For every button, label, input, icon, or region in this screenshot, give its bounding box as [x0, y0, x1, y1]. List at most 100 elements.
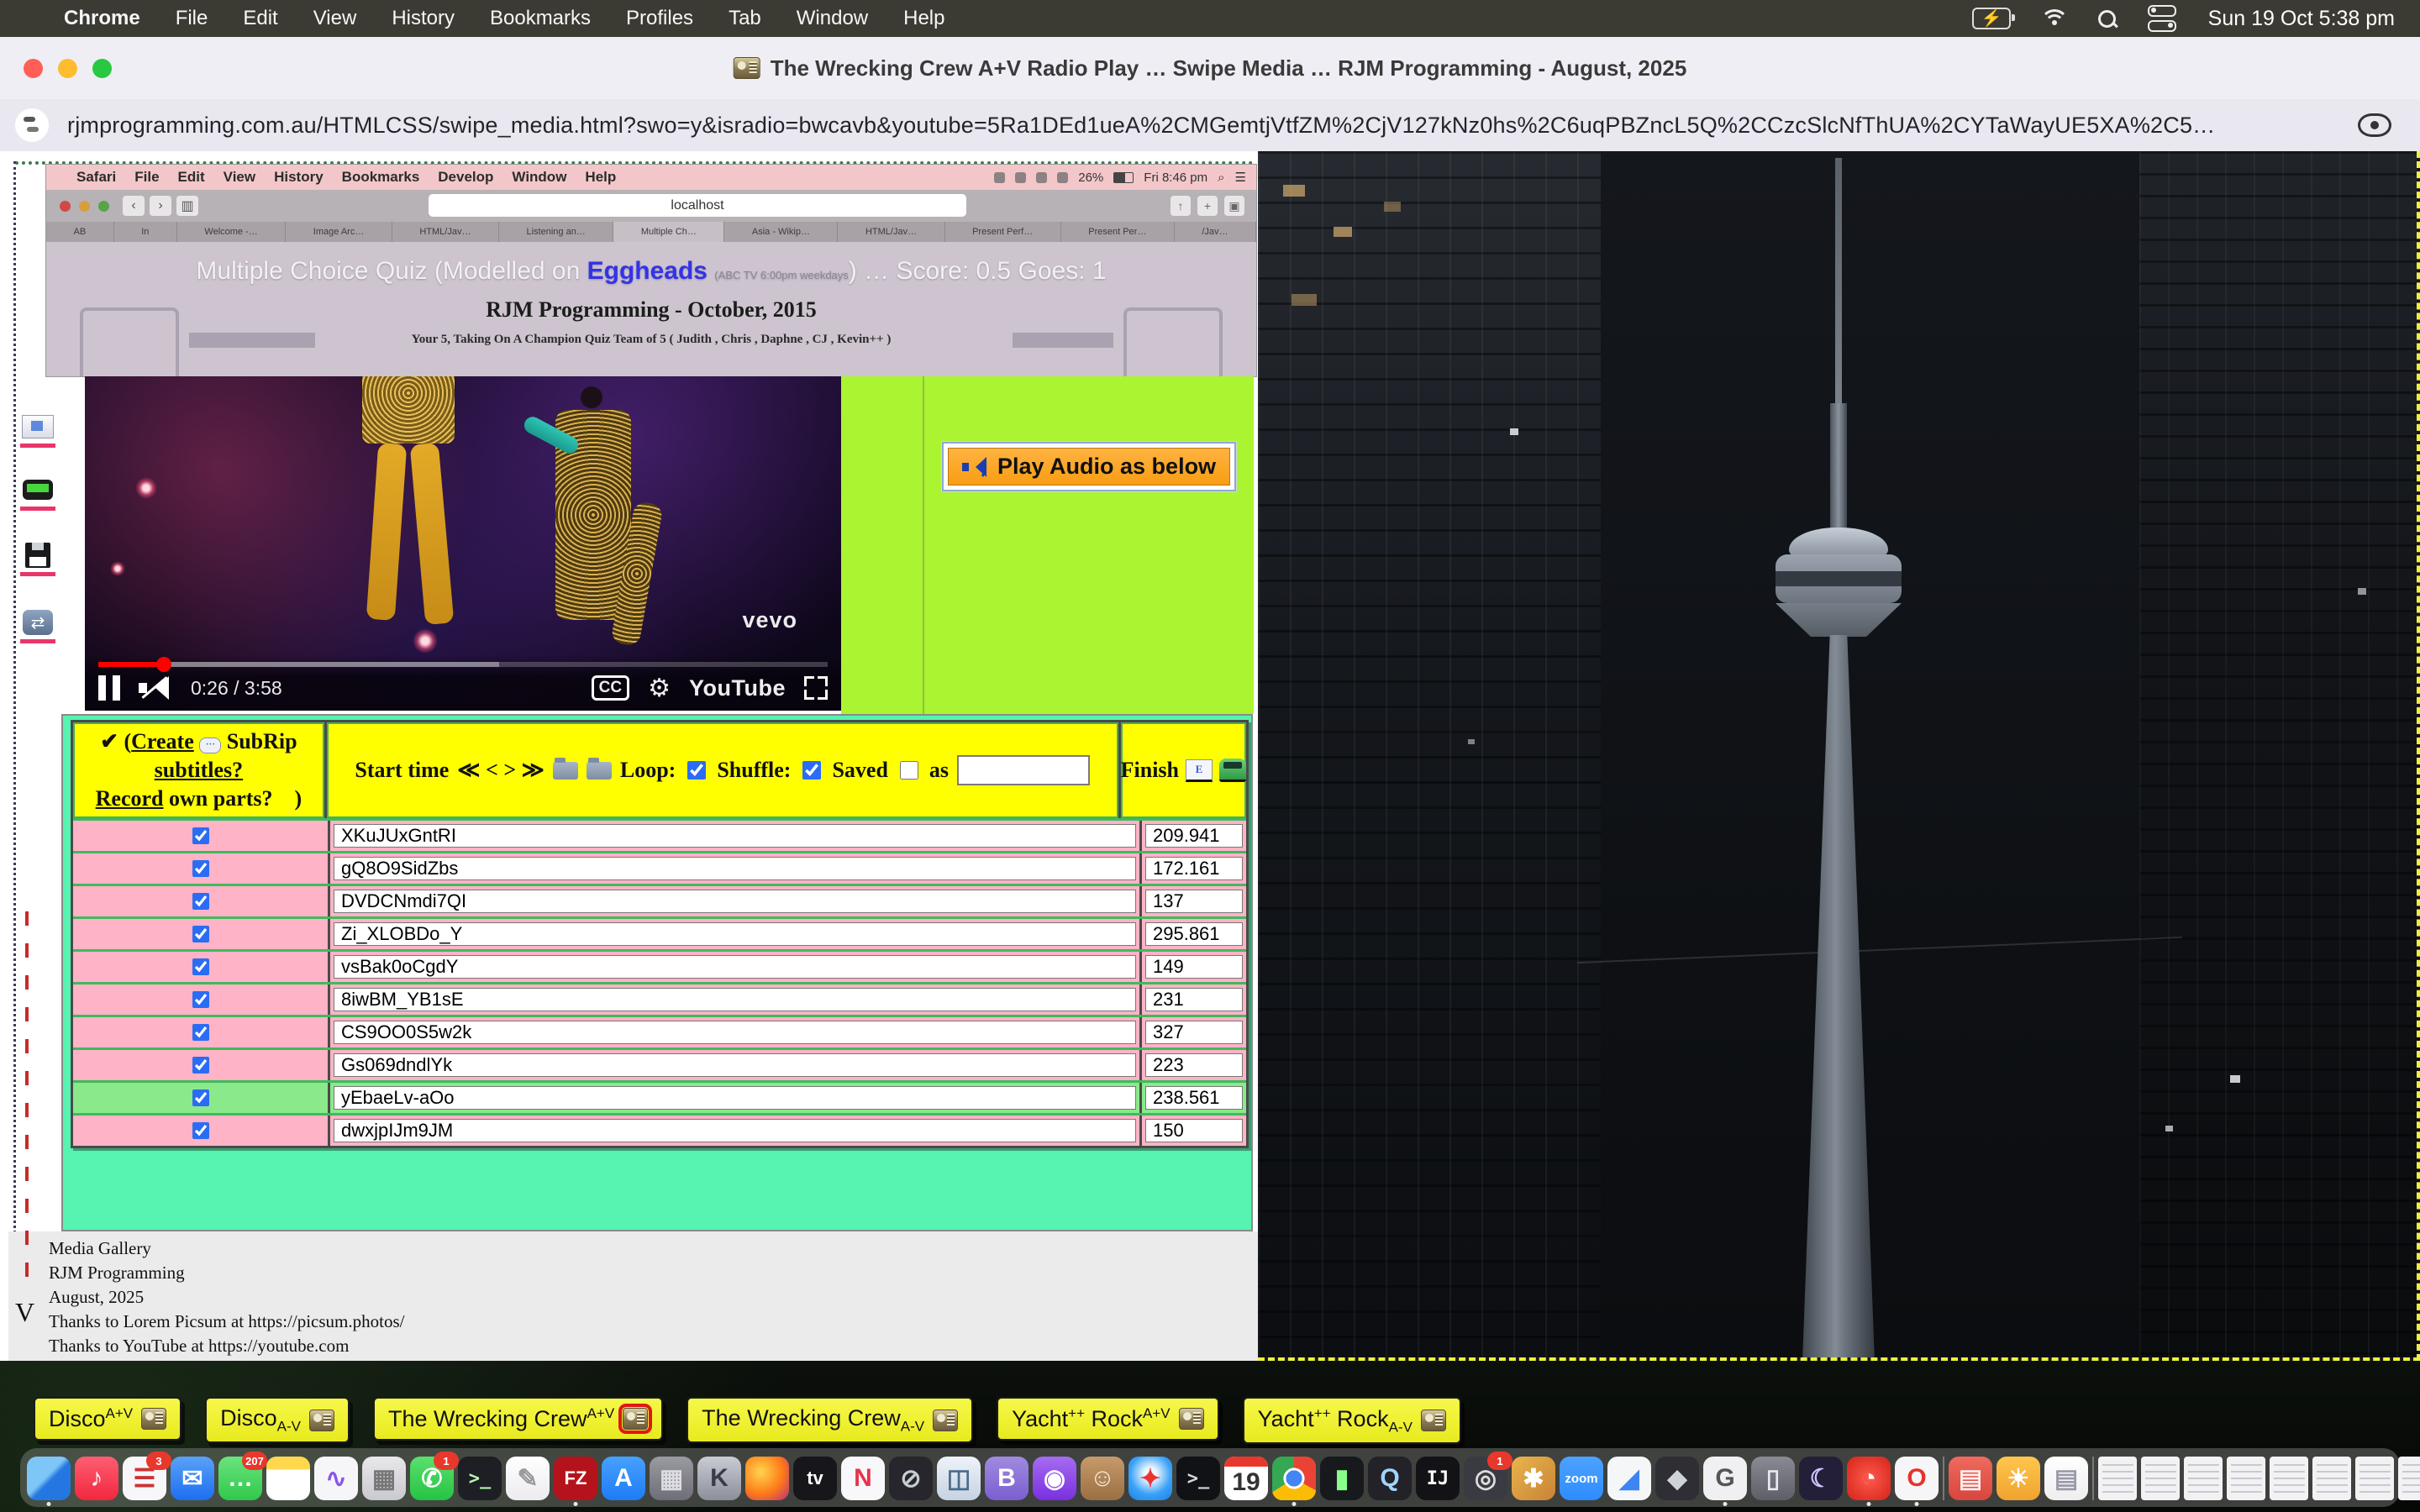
dock-icon-iphone-mirroring[interactable]: ▯ [1751, 1457, 1795, 1500]
menu-item-tab[interactable]: Tab [729, 7, 761, 30]
video-id-input[interactable] [334, 955, 1136, 979]
dock-icon-news[interactable]: N [841, 1457, 885, 1500]
seek-arrows[interactable]: ≪ < > ≫ [457, 758, 544, 783]
zoom-window-button[interactable] [92, 59, 112, 78]
dock-icon-calendar[interactable]: 19 [1224, 1457, 1268, 1500]
dock-icon-reminders[interactable]: ☰3 [123, 1457, 166, 1500]
row-checkbox[interactable] [192, 1122, 209, 1139]
dock-icon-chrome[interactable] [1272, 1457, 1316, 1500]
dock-icon-folder-red[interactable]: ▤ [1949, 1457, 1992, 1500]
email-icon[interactable] [20, 410, 55, 448]
dock-icon-mail[interactable]: ✉ [171, 1457, 214, 1500]
minimized-window-thumbnail[interactable] [2141, 1457, 2180, 1500]
subtitles-link[interactable]: subtitles? [155, 758, 243, 782]
row-checkbox[interactable] [192, 827, 209, 844]
dock-icon-art-app[interactable]: ✱ [1512, 1457, 1555, 1500]
dock-icon-camera-app[interactable]: ◎1 [1464, 1457, 1507, 1500]
menu-item-window[interactable]: Window [797, 7, 868, 30]
youtube-logo[interactable]: YouTube [689, 675, 786, 701]
minimized-window-thumbnail[interactable] [2398, 1457, 2420, 1500]
playlist-button[interactable]: DiscoA-V [205, 1397, 350, 1443]
fullscreen-button[interactable] [804, 676, 828, 700]
dock-icon-earth[interactable]: ◢ [1607, 1457, 1651, 1500]
dock-icon-app-grid[interactable]: ▦ [362, 1457, 406, 1500]
loop-checkbox[interactable] [687, 761, 706, 780]
menu-item-view[interactable]: View [313, 7, 357, 30]
dock-icon-freeform[interactable]: ∿ [314, 1457, 358, 1500]
dock-icon-messages[interactable]: …207 [218, 1457, 262, 1500]
playlist-button[interactable]: The Wrecking CrewA-V [687, 1397, 973, 1443]
video-id-input[interactable] [334, 824, 1136, 848]
playlist-button[interactable]: The Wrecking CrewA+V [373, 1397, 663, 1441]
dock-icon-notes[interactable] [266, 1457, 310, 1500]
dock-icon-device-utility[interactable]: ▦ [650, 1457, 693, 1500]
address-bar-url[interactable]: rjmprogramming.com.au/HTMLCSS/swipe_medi… [67, 113, 2215, 139]
video-id-input[interactable] [334, 857, 1136, 880]
dock-icon-opera[interactable]: O [1895, 1457, 1939, 1500]
menu-item-bookmarks[interactable]: Bookmarks [490, 7, 591, 30]
menu-item-profiles[interactable]: Profiles [626, 7, 693, 30]
dock-icon-moon-app[interactable]: ☾ [1799, 1457, 1843, 1500]
dock-icon-speedtest[interactable]: ◔ [1847, 1457, 1891, 1500]
finish-time-input[interactable] [1145, 922, 1243, 946]
finish-time-input[interactable] [1145, 1021, 1243, 1044]
minimized-window-thumbnail[interactable] [2270, 1457, 2308, 1500]
create-link[interactable]: Create [131, 729, 194, 753]
folder-icon[interactable] [587, 762, 612, 780]
row-checkbox[interactable] [192, 1024, 209, 1041]
eye-icon[interactable] [2358, 113, 2391, 137]
pager-icon[interactable] [20, 473, 55, 511]
finish-time-input[interactable] [1145, 1119, 1243, 1142]
menu-item-help[interactable]: Help [903, 7, 944, 30]
playlist-button[interactable]: Yacht++ RockA+V [997, 1397, 1219, 1441]
dock-icon-music[interactable]: ♪ [75, 1457, 118, 1500]
dock-icon-zoom[interactable]: zoom [1560, 1457, 1603, 1500]
video-id-input[interactable] [334, 1086, 1136, 1110]
floppy-disk-icon[interactable] [20, 538, 55, 576]
dock-icon-podcasts[interactable]: ◉ [1033, 1457, 1076, 1500]
save-as-input[interactable] [957, 755, 1090, 785]
minimized-window-thumbnail[interactable] [2098, 1457, 2137, 1500]
dock-icon-folder-yellow[interactable]: ☀ [1996, 1457, 2040, 1500]
dock-icon-dark-app[interactable]: ▮ [1320, 1457, 1364, 1500]
dock-icon-apple-tv[interactable]: tv [793, 1457, 837, 1500]
minimized-window-thumbnail[interactable] [2227, 1457, 2265, 1500]
dock-icon-facetime[interactable]: ✆1 [410, 1457, 454, 1500]
menu-bar-clock[interactable]: Sun 19 Oct 5:38 pm [2208, 7, 2395, 31]
dock-icon-intellij[interactable]: IJ [1416, 1457, 1460, 1500]
tab-group-icon[interactable] [15, 108, 49, 142]
battery-charging-icon[interactable]: ⚡ [1972, 8, 2011, 29]
cn-tower-photo[interactable] [1258, 151, 2420, 1361]
finish-time-input[interactable] [1145, 955, 1243, 979]
dock-icon-app-store[interactable]: A [602, 1457, 645, 1500]
row-checkbox[interactable] [192, 991, 209, 1008]
minimized-window-thumbnail[interactable] [2312, 1457, 2351, 1500]
dock-icon-safari[interactable]: ✦ [1128, 1457, 1172, 1500]
dock-icon-quicktime[interactable]: Q [1368, 1457, 1412, 1500]
embedded-safari-screenshot[interactable]: SafariFileEditViewHistoryBookmarksDevelo… [46, 165, 1256, 376]
minimized-window-thumbnail[interactable] [2184, 1457, 2223, 1500]
closed-captions-button[interactable]: CC [592, 675, 629, 701]
row-checkbox[interactable] [192, 893, 209, 910]
dock-icon-firefox[interactable] [745, 1457, 789, 1500]
dock-icon-iterm[interactable]: >_ [1176, 1457, 1220, 1500]
dock-icon-blocked-app[interactable]: ⊘ [889, 1457, 933, 1500]
record-link[interactable]: Record [96, 786, 164, 811]
finish-time-input[interactable] [1145, 824, 1243, 848]
folder-icon[interactable] [553, 762, 578, 780]
youtube-video-player[interactable]: vevo 0:26 / 3:58 CC ⚙ YouTube [85, 376, 841, 711]
saved-checkbox[interactable] [900, 761, 918, 780]
finish-time-input[interactable] [1145, 857, 1243, 880]
muted-volume-icon[interactable] [137, 675, 174, 701]
close-window-button[interactable] [24, 59, 43, 78]
dock-icon-key-utility[interactable]: K [697, 1457, 741, 1500]
play-audio-button[interactable]: Play Audio as below [948, 448, 1230, 486]
finish-time-input[interactable] [1145, 1086, 1243, 1110]
menu-item-chrome[interactable]: Chrome [64, 7, 140, 30]
shuffle-icon[interactable]: ⇄ [20, 606, 55, 643]
video-progress-bar[interactable] [98, 662, 828, 667]
minimize-window-button[interactable] [58, 59, 77, 78]
row-checkbox[interactable] [192, 860, 209, 877]
minimized-window-thumbnail[interactable] [2355, 1457, 2394, 1500]
spotlight-search-icon[interactable] [2098, 10, 2116, 28]
